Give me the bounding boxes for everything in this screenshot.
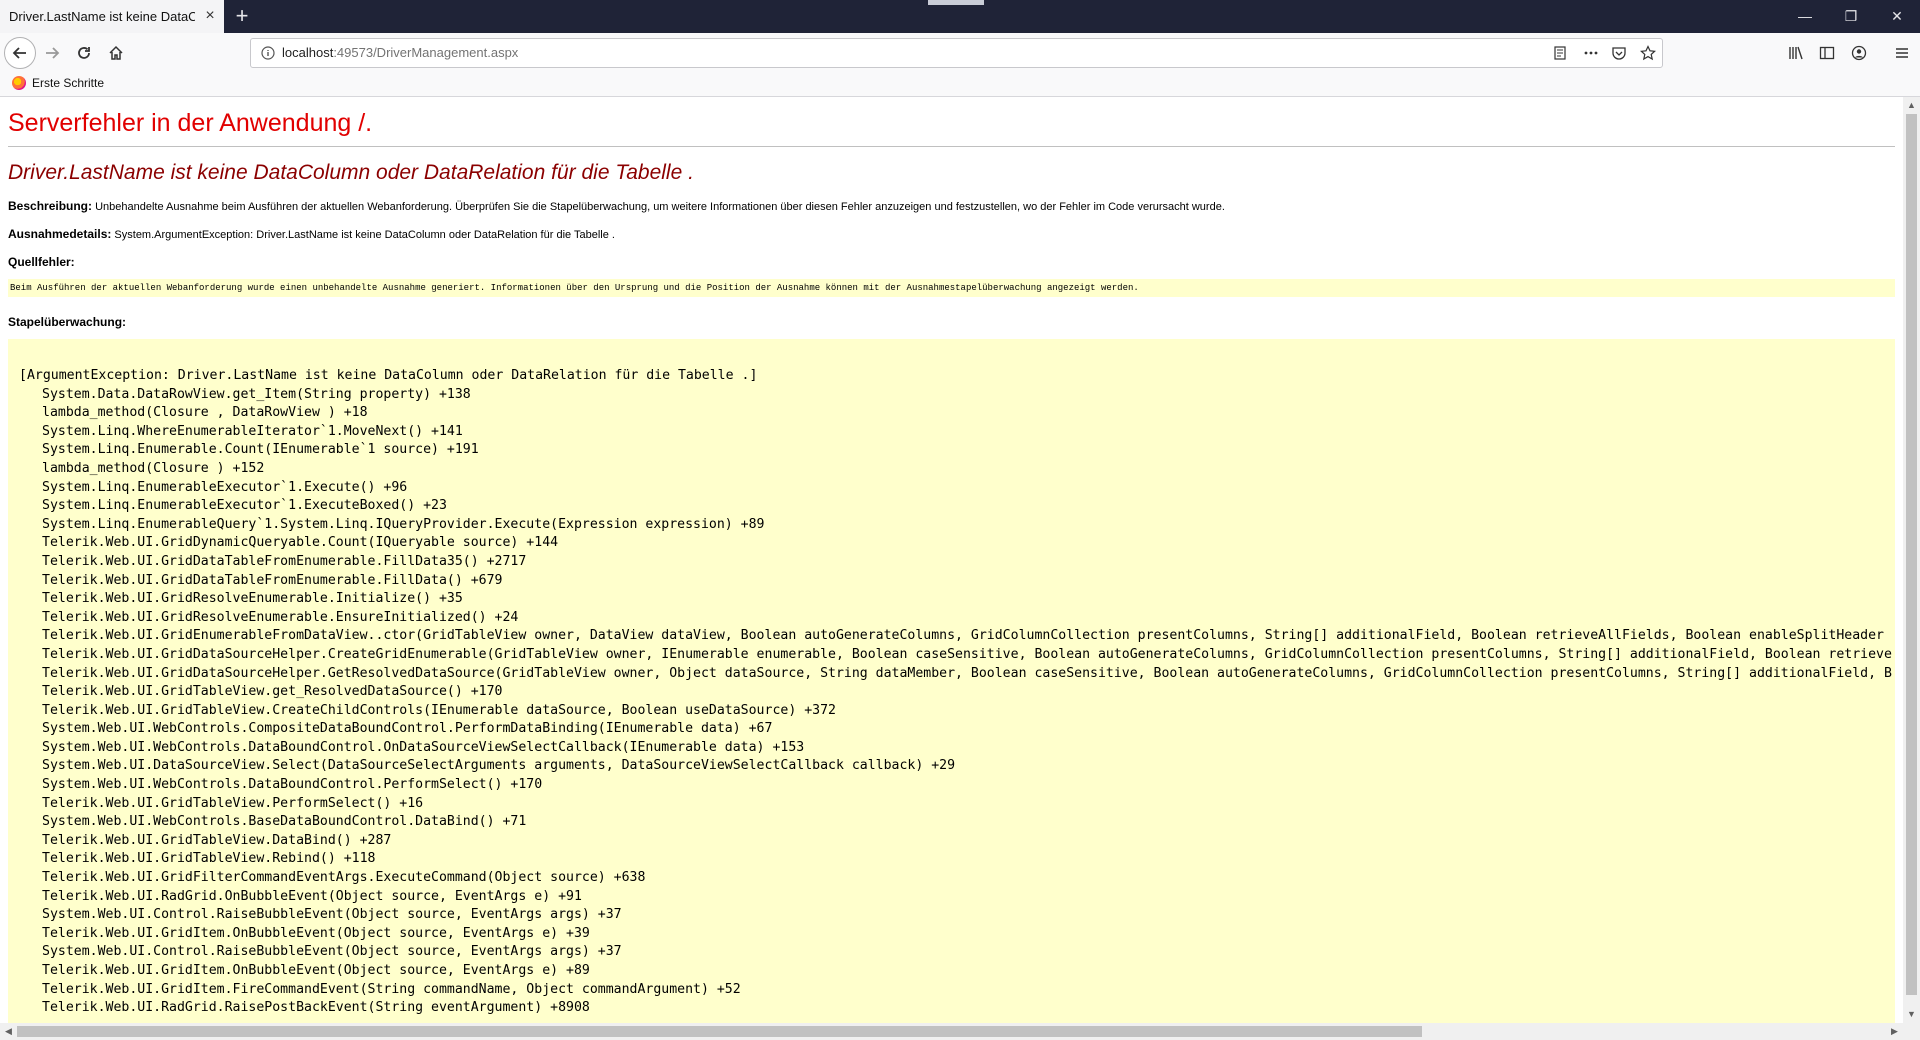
stack-line: Telerik.Web.UI.GridDataSourceHelper.GetR… [42,665,1892,681]
sidebar-icon[interactable] [1816,42,1838,64]
horizontal-scrollbar[interactable]: ◀ ▶ [0,1023,1920,1040]
stack-line: Telerik.Web.UI.GridResolveEnumerable.Ini… [42,591,463,607]
tab-title: Driver.LastName ist keine DataColumn ode… [9,9,195,24]
stack-line: Telerik.Web.UI.GridTableView.DataBind() … [42,832,392,848]
home-button[interactable] [100,37,132,69]
stack-line: lambda_method(Closure ) +152 [42,460,265,476]
close-window-button[interactable]: ✕ [1874,0,1920,33]
stack-line: System.Linq.EnumerableExecutor`1.Execute… [42,479,408,495]
page-actions-icon[interactable] [1582,44,1600,62]
tab-close-icon[interactable]: × [202,8,218,24]
stack-line: Telerik.Web.UI.GridFilterCommandEventArg… [42,870,646,886]
stack-line: System.Linq.Enumerable.Count(IEnumerable… [42,442,479,458]
source-error-label: Quellfehler: [8,255,75,269]
stack-line: Telerik.Web.UI.GridTableView.Rebind() +1… [42,851,376,867]
title-bar: Driver.LastName ist keine DataColumn ode… [0,0,1920,33]
stack-line: System.Linq.EnumerableQuery`1.System.Lin… [42,516,765,532]
stack-line: Telerik.Web.UI.GridTableView.get_Resolve… [42,684,503,700]
restore-button[interactable]: ❐ [1828,0,1874,33]
scroll-up-icon[interactable]: ▲ [1903,97,1920,114]
reload-icon [78,47,90,59]
stack-line: Telerik.Web.UI.GridDataTableFromEnumerab… [42,553,527,569]
pocket-icon[interactable] [1610,44,1628,62]
stack-line: [ArgumentException: Driver.LastName ist … [19,368,758,383]
exception-label: Ausnahmedetails: [8,227,112,241]
stack-line: System.Web.UI.WebControls.BaseDataBoundC… [42,814,527,830]
scroll-right-icon[interactable]: ▶ [1886,1023,1903,1040]
url-host: localhost [282,45,334,60]
back-button[interactable] [4,37,36,69]
page-viewport: Serverfehler in der Anwendung /. Driver.… [0,97,1903,1023]
stack-trace-label: Stapelüberwachung: [8,315,127,329]
bookmark-item[interactable]: Erste Schritte [12,76,104,90]
url-path: :49573/DriverManagement.aspx [333,45,519,60]
stack-line: Telerik.Web.UI.GridDataSourceHelper.Crea… [42,646,1892,662]
url-text[interactable]: localhost:49573/DriverManagement.aspx [282,45,518,60]
stack-line: System.Linq.WhereEnumerableIterator`1.Mo… [42,423,463,439]
stack-line: System.Data.DataRowView.get_Item(String … [42,386,471,402]
stack-line: System.Web.UI.WebControls.DataBoundContr… [42,777,543,793]
stack-line: lambda_method(Closure , DataRowView ) +1… [42,405,368,421]
scroll-left-icon[interactable]: ◀ [0,1023,17,1040]
stack-line: Telerik.Web.UI.RadGrid.OnBubbleEvent(Obj… [42,888,582,904]
bookmark-label: Erste Schritte [32,76,105,90]
divider [8,146,1895,147]
stack-line: Telerik.Web.UI.GridDataTableFromEnumerab… [42,572,503,588]
arrow-right-icon [46,47,60,59]
stack-line: System.Web.UI.Control.RaiseBubbleEvent(O… [42,907,622,923]
bookmarks-bar: Erste Schritte [0,73,1920,97]
stack-line: System.Linq.EnumerableExecutor`1.Execute… [42,498,447,514]
stack-line: System.Web.UI.DataSourceView.Select(Data… [42,758,956,774]
stack-line: Telerik.Web.UI.GridItem.OnBubbleEvent(Ob… [42,925,590,941]
arrow-left-icon [12,47,26,59]
home-icon [109,45,123,60]
forward-button[interactable] [36,37,68,69]
description: Beschreibung: Unbehandelte Ausnahme beim… [8,199,1895,213]
stack-line: System.Web.UI.WebControls.CompositeDataB… [42,721,773,737]
new-tab-button[interactable]: + [230,4,254,28]
titlebar-accent [928,0,984,5]
stack-line: Telerik.Web.UI.GridResolveEnumerable.Ens… [42,609,519,625]
server-error-heading: Serverfehler in der Anwendung /. [8,109,373,137]
tab-active[interactable]: Driver.LastName ist keine DataColumn ode… [0,0,224,33]
source-error-box: Beim Ausführen der aktuellen Webanforder… [8,279,1895,297]
stack-line: Telerik.Web.UI.RadGrid.RaisePostBackEven… [42,1000,590,1016]
description-text: Unbehandelte Ausnahme beim Ausführen der… [95,201,1225,213]
stack-trace-box: [ArgumentException: Driver.LastName ist … [8,339,1895,1023]
navigation-toolbar: localhost:49573/DriverManagement.aspx [0,33,1920,73]
exception-text: System.ArgumentException: Driver.LastNam… [114,229,615,241]
library-icon[interactable] [1785,42,1807,64]
reader-view-icon[interactable] [1551,44,1569,62]
description-label: Beschreibung: [8,199,93,213]
horizontal-scroll-thumb[interactable] [17,1026,1422,1037]
scroll-down-icon[interactable]: ▼ [1903,1006,1920,1023]
account-icon[interactable] [1848,42,1870,64]
firefox-icon [12,76,26,90]
vertical-scroll-thumb[interactable] [1906,114,1917,995]
menu-icon[interactable] [1891,42,1913,64]
reload-button[interactable] [68,37,100,69]
info-icon[interactable] [259,44,277,62]
exception-details: Ausnahmedetails: System.ArgumentExceptio… [8,227,1895,241]
stack-line: System.Web.UI.WebControls.DataBoundContr… [42,739,805,755]
minimize-button[interactable]: — [1782,0,1828,33]
stack-line: Telerik.Web.UI.GridTableView.CreateChild… [42,702,836,718]
bookmark-star-icon[interactable] [1639,44,1657,62]
stack-line: Telerik.Web.UI.GridEnumerableFromDataVie… [42,628,1884,644]
address-bar[interactable]: localhost:49573/DriverManagement.aspx [250,38,1663,68]
stack-line: Telerik.Web.UI.GridDynamicQueryable.Coun… [42,535,559,551]
stack-line: System.Web.UI.Control.RaiseBubbleEvent(O… [42,944,622,960]
stack-line: Telerik.Web.UI.GridItem.FireCommandEvent… [42,981,741,997]
vertical-scrollbar[interactable]: ▲ ▼ [1903,97,1920,1023]
error-title: Driver.LastName ist keine DataColumn ode… [8,161,694,184]
stack-line: Telerik.Web.UI.GridItem.OnBubbleEvent(Ob… [42,963,590,978]
stack-line: Telerik.Web.UI.GridTableView.PerformSele… [42,795,424,811]
